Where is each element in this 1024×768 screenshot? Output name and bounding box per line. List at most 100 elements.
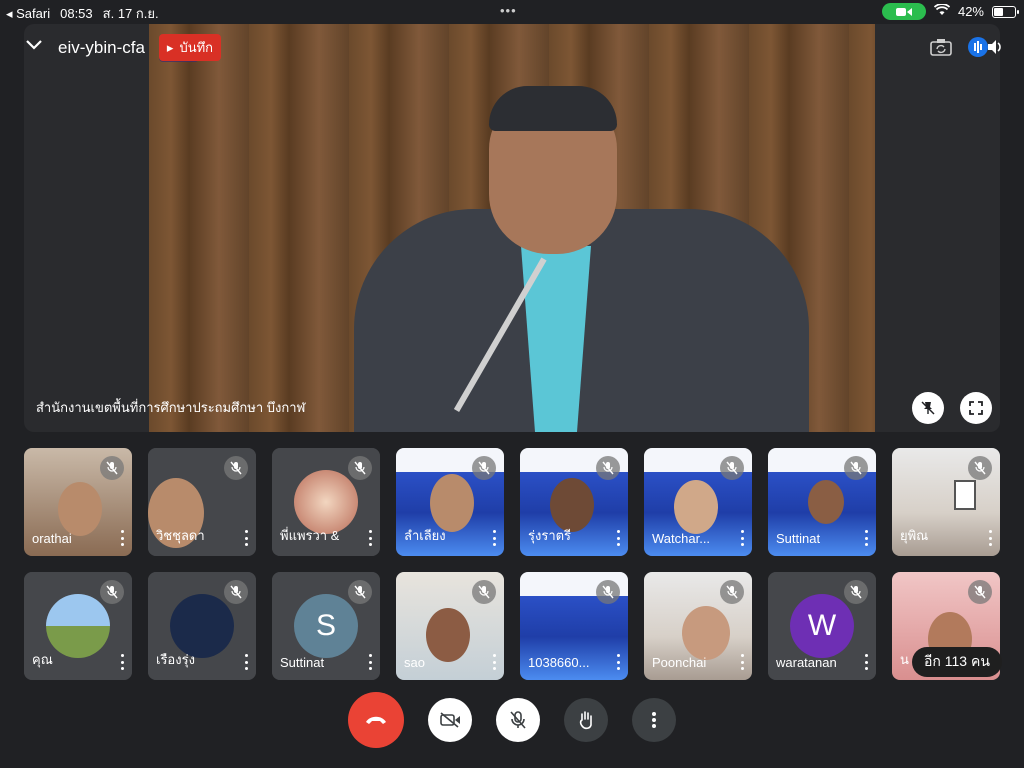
mic-off-icon [472,580,496,604]
date: ส. 17 ก.ย. [102,6,159,21]
participant-name: ลำเลียง [404,528,446,543]
participant-more-icon[interactable] [490,654,498,670]
hang-up-icon [366,716,386,724]
participant-tile[interactable]: Suttinat [768,448,876,556]
participant-tile[interactable]: orathai [24,448,132,556]
participant-more-icon[interactable] [986,530,994,546]
participant-name: orathai [32,531,72,546]
participant-more-icon[interactable] [242,654,250,670]
participant-name: รุ่งราตรี [528,528,572,543]
participant-more-icon[interactable] [490,530,498,546]
participant-tile[interactable]: ยุพิณ [892,448,1000,556]
participant-more-icon[interactable] [738,530,746,546]
participant-tile[interactable]: วิชชุลดา [148,448,256,556]
participant-tile[interactable]: พี่แพรวา & [272,448,380,556]
participant-name: 1038660... [528,655,590,670]
fullscreen-button[interactable] [960,392,992,424]
mic-off-icon [348,456,372,480]
avatar-letter: W [790,594,854,658]
meeting-header: eiv-ybin-cfa ▸ บันทึก [24,34,222,61]
pin-off-button[interactable] [912,392,944,424]
mic-off-icon [844,580,868,604]
switch-camera-button[interactable] [930,38,952,61]
end-call-button[interactable] [348,692,404,748]
mic-off-icon [100,580,124,604]
participant-name: พี่แพรวา & [280,528,340,543]
participant-name: น [900,652,909,667]
more-options-button[interactable] [632,698,676,742]
battery-percent: 42% [957,4,984,19]
speaker-name-label: สำนักงานเขตพื้นที่การศึกษาประถมศึกษา บึง… [36,400,306,415]
status-bar: ◂ Safari 08:53 ส. 17 ก.ย. ••• 42% [0,0,1024,22]
mic-off-icon [224,456,248,480]
participant-name: Suttinat [776,531,821,546]
more-vert-icon [652,712,656,728]
mic-off-icon [720,456,744,480]
speaker-volume-icon [968,37,1001,57]
participant-more-icon[interactable] [614,654,622,670]
participant-tile[interactable]: S Suttinat [272,572,380,680]
back-app-label: Safari [16,5,51,21]
participant-tile[interactable]: sao [396,572,504,680]
participant-tile[interactable]: W waratanan [768,572,876,680]
camera-off-icon [440,712,460,728]
camera-toggle-button[interactable] [428,698,472,742]
avatar [46,594,110,658]
collapse-chevron-icon[interactable] [24,38,44,57]
back-to-app-link[interactable]: ◂ Safari [6,6,50,22]
participant-name: waratanan [776,655,837,670]
call-controls [0,692,1024,748]
participant-more-icon[interactable] [738,654,746,670]
mic-off-icon [968,456,992,480]
participant-name: Watchar... [652,531,711,546]
participant-tile[interactable]: Poonchai [644,572,752,680]
participant-name: คุณ [32,652,53,667]
mic-off-icon [348,580,372,604]
recording-label: บันทึก [179,40,214,55]
mic-off-icon [968,580,992,604]
multitask-dots-icon[interactable]: ••• [500,3,517,18]
participant-more-icon[interactable] [862,654,870,670]
mic-off-icon [596,456,620,480]
meeting-code[interactable]: eiv-ybin-cfa [58,38,145,58]
avatar-letter: S [294,594,358,658]
mic-off-icon [100,456,124,480]
raise-hand-icon [579,711,592,730]
mic-off-icon [844,456,868,480]
unpin-icon [921,401,935,415]
battery-icon [992,5,1019,18]
mic-off-icon [510,711,526,729]
participant-more-icon[interactable] [118,654,126,670]
participant-name: วิชชุลดา [156,528,205,543]
participant-more-icon[interactable] [614,530,622,546]
participant-tile[interactable]: Watchar... [644,448,752,556]
participant-tile[interactable]: ลำเลียง [396,448,504,556]
header-actions [930,36,1004,63]
raise-hand-button[interactable] [564,698,608,742]
participant-name: Poonchai [652,655,707,670]
speaker-audio-button[interactable] [968,36,1004,63]
meet-app: ◂ Safari 08:53 ส. 17 ก.ย. ••• 42% สำนักง… [0,0,1024,768]
participant-more-icon[interactable] [366,530,374,546]
participant-tile[interactable]: เรืองรุ่ง [148,572,256,680]
participant-more-icon[interactable] [242,530,250,546]
participant-more-icon[interactable] [862,530,870,546]
clock: 08:53 [60,6,93,21]
more-participants-badge[interactable]: อีก 113 คน [912,647,1002,677]
fullscreen-icon [969,401,983,415]
participant-name: ยุพิณ [900,528,929,543]
participant-tile[interactable]: 1038660... [520,572,628,680]
participant-more-icon[interactable] [366,654,374,670]
microphone-toggle-button[interactable] [496,698,540,742]
recording-badge: ▸ บันทึก [158,34,222,61]
record-arrow-icon: ▸ [166,39,174,55]
camera-in-use-icon [881,3,926,20]
main-video-stage[interactable]: สำนักงานเขตพื้นที่การศึกษาประถมศึกษา บึง… [24,24,1000,432]
participant-tile[interactable]: รุ่งราตรี [520,448,628,556]
speaker-video [149,24,875,432]
mic-off-icon [224,580,248,604]
participant-name: เรืองรุ่ง [156,652,195,667]
mic-off-icon [472,456,496,480]
participant-more-icon[interactable] [118,530,126,546]
participant-tile[interactable]: คุณ [24,572,132,680]
